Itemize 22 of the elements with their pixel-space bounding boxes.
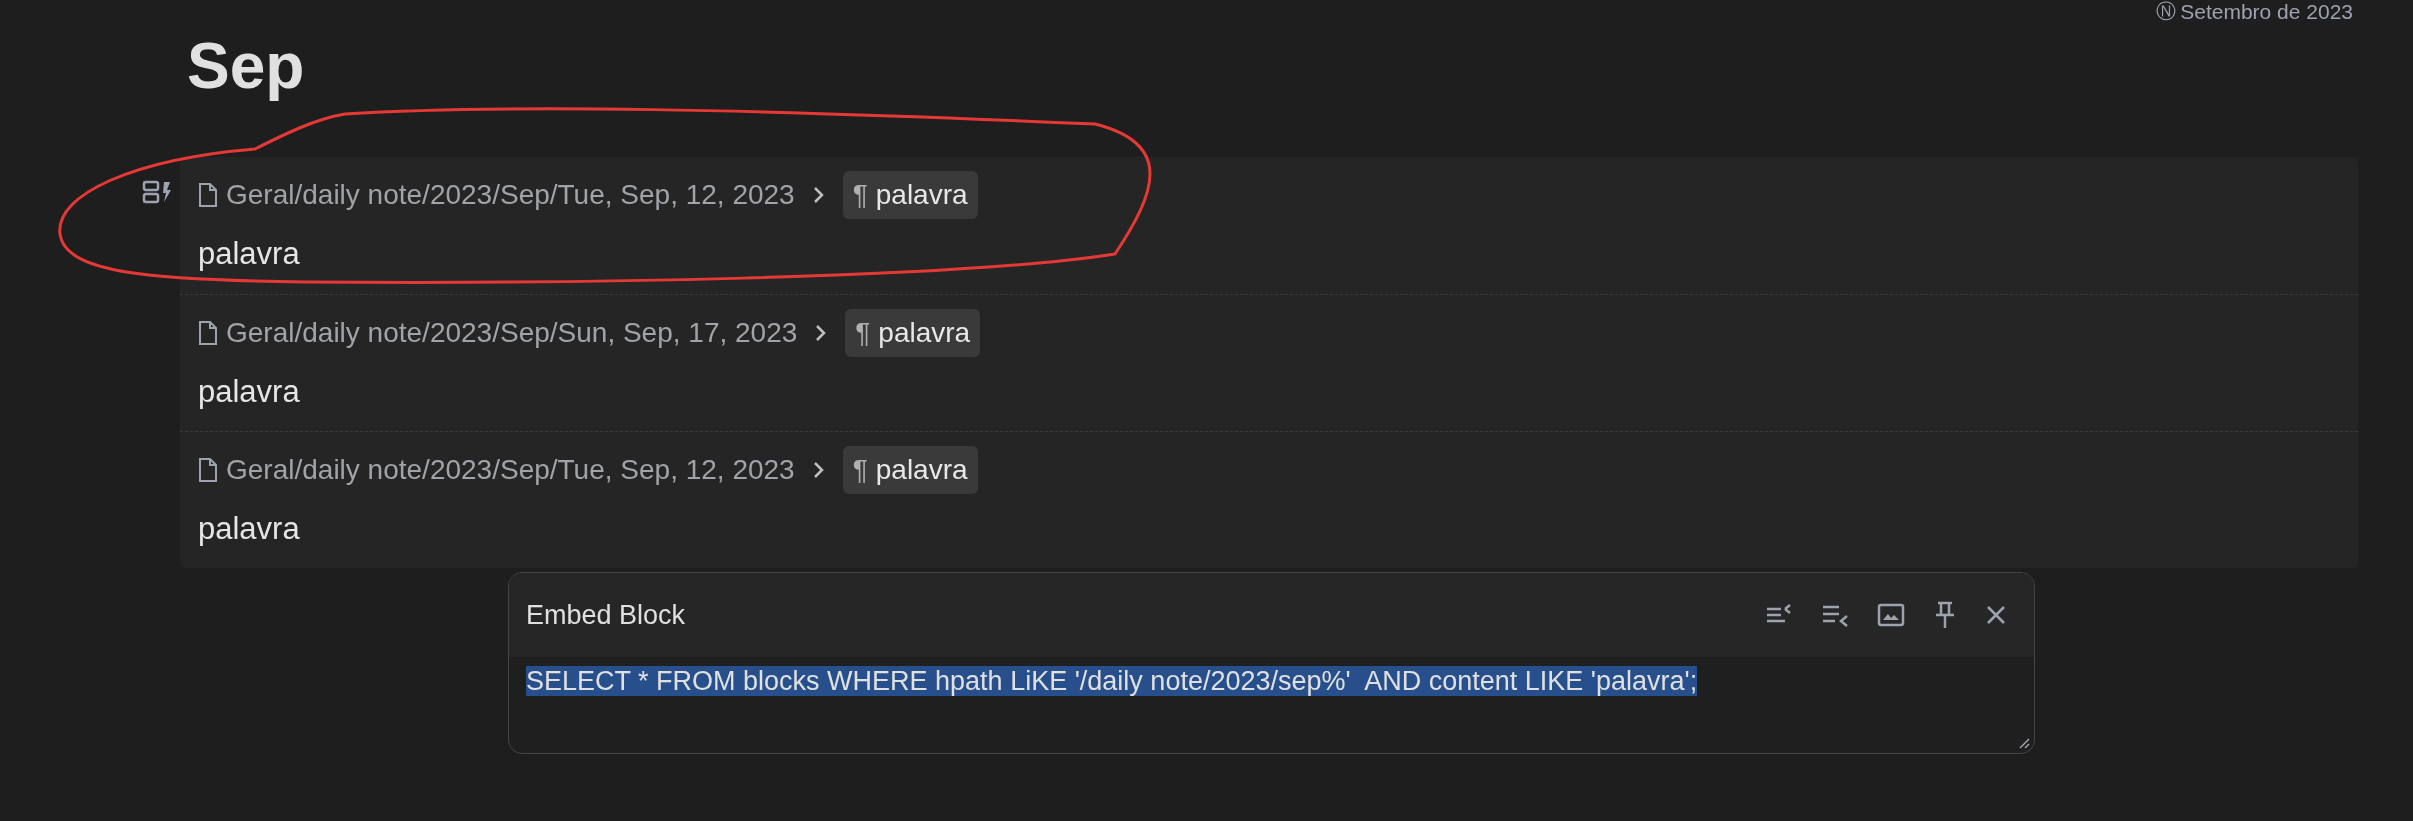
date-label: Setembro de 2023	[2180, 0, 2353, 22]
breadcrumb-path[interactable]: Geral/daily note/2023/Sep/Tue, Sep, 12, 2023	[226, 448, 795, 491]
dialog-title: Embed Block	[526, 598, 686, 632]
heading-chip[interactable]: ¶ palavra	[845, 308, 981, 357]
pin-icon[interactable]	[1933, 601, 1957, 629]
heading-chip[interactable]: ¶ palavra	[842, 170, 978, 219]
block-content: palavra	[198, 373, 300, 411]
file-icon	[198, 456, 218, 483]
embed-block-icon	[142, 179, 172, 205]
heading-chip[interactable]: ¶ palavra	[842, 445, 978, 494]
file-icon	[198, 319, 218, 346]
breadcrumb-path[interactable]: Geral/daily note/2023/Sep/Sun, Sep, 17, 2023	[226, 311, 798, 354]
file-icon	[198, 181, 218, 208]
breadcrumb-path[interactable]: Geral/daily note/2023/Sep/Tue, Sep, 12, 2023	[226, 173, 795, 216]
query-field[interactable]: SELECT * FROM blocks WHERE hpath LiKE '/daily note/2023/sep%' AND content LIKE 'palavra';	[509, 657, 2034, 753]
status-icon: Ⓝ	[2156, 1, 2177, 21]
list-arrow-icon[interactable]	[1821, 603, 1849, 627]
resize-handle-icon[interactable]	[2018, 737, 2030, 749]
block-content: palavra	[198, 235, 300, 273]
block-content: palavra	[198, 510, 300, 548]
close-icon[interactable]	[1985, 604, 2007, 626]
image-icon[interactable]	[1877, 603, 1905, 627]
